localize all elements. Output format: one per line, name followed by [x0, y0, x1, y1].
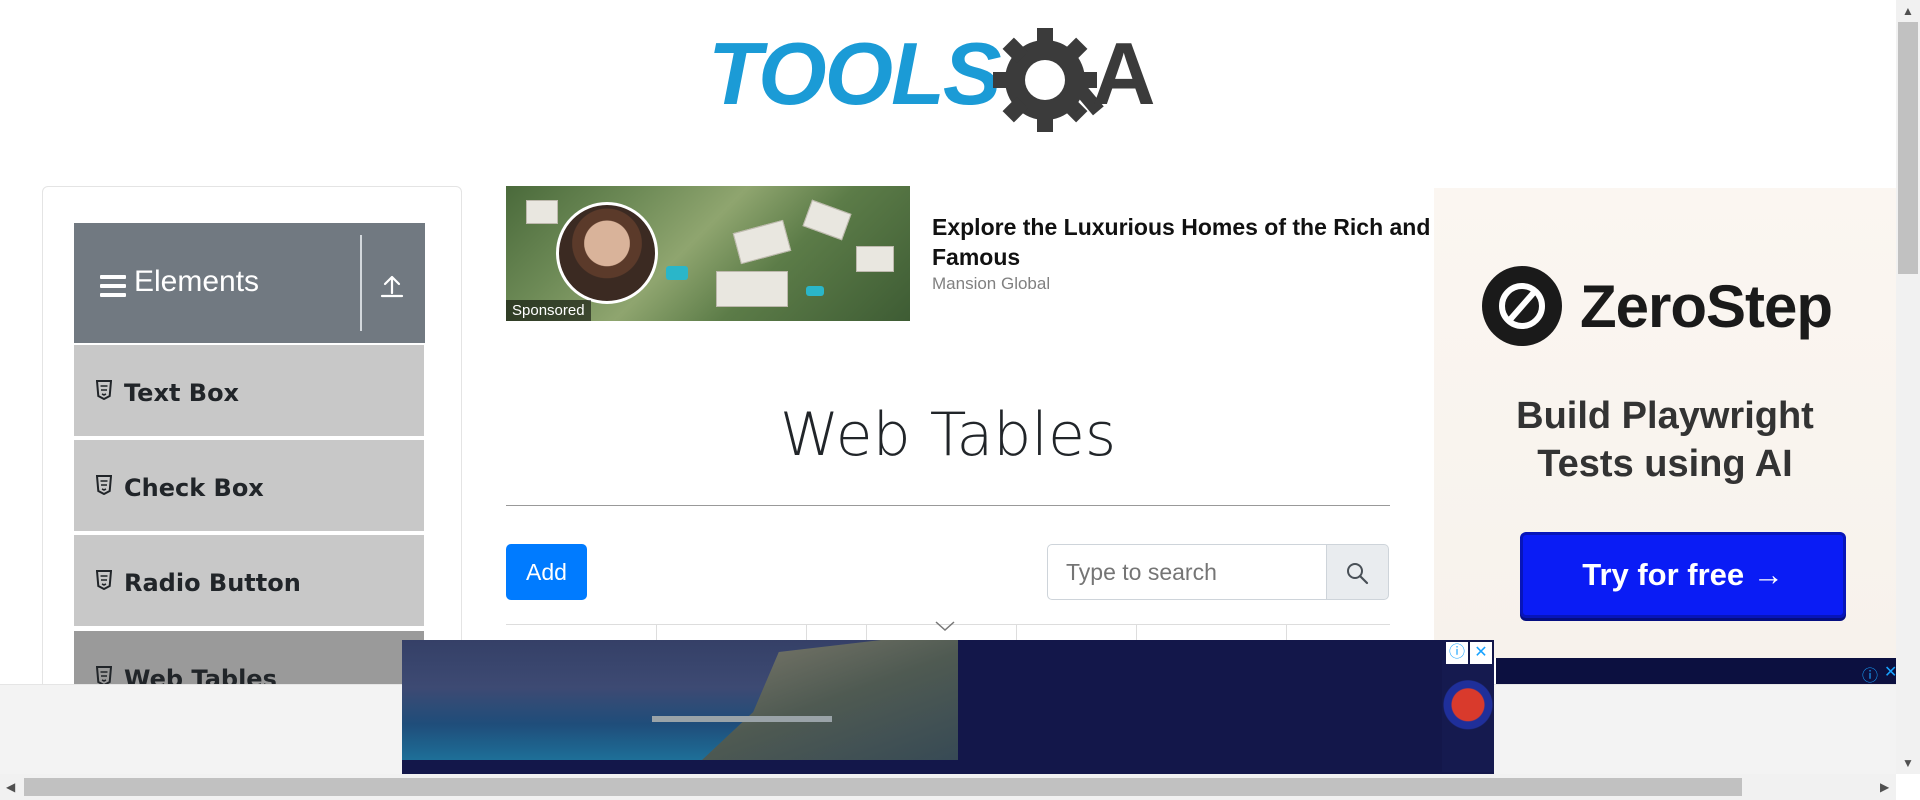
header-divider — [360, 235, 362, 331]
hamburger-icon — [100, 275, 126, 297]
zerostep-brand: ZeroStep — [1580, 273, 1833, 340]
ad-info-icon[interactable]: ⓘ — [1446, 642, 1468, 664]
page-title: Web Tables — [779, 400, 1117, 470]
scroll-down-arrow-icon[interactable]: ▼ — [1902, 756, 1914, 770]
vertical-scroll-thumb[interactable] — [1898, 22, 1918, 274]
gear-icon — [993, 28, 1104, 132]
search-icon — [1347, 563, 1369, 585]
sponsored-ad-image[interactable]: Sponsored — [506, 186, 910, 321]
scroll-up-arrow-icon[interactable]: ▲ — [1902, 4, 1914, 18]
search-input[interactable] — [1047, 544, 1327, 600]
scroll-right-arrow-icon[interactable]: ▶ — [1880, 780, 1889, 794]
bottom-banner-ad[interactable]: ⓘ ✕ — [402, 640, 1494, 774]
try-for-free-button[interactable]: Try for free → — [1520, 532, 1846, 618]
title-divider — [506, 505, 1390, 506]
elements-group-header[interactable]: Elements — [74, 223, 425, 343]
sidebar-item-label: Check Box — [124, 474, 264, 502]
coast-image — [402, 640, 958, 760]
upload-collapse-icon[interactable] — [377, 271, 407, 301]
horizontal-scroll-thumb[interactable] — [24, 778, 1742, 796]
sponsored-badge: Sponsored — [506, 300, 591, 321]
zerostep-logo-icon — [1482, 266, 1562, 346]
avatar — [556, 202, 658, 304]
flower-image — [1442, 660, 1494, 772]
sidebar-item-text-box[interactable]: Text Box — [74, 343, 424, 436]
search-button[interactable] — [1327, 544, 1389, 600]
scroll-left-arrow-icon[interactable]: ◀ — [6, 780, 15, 794]
zerostep-ad[interactable]: ZeroStep Build Playwright Tests using AI… — [1434, 188, 1896, 658]
sidebar-item-radio-button[interactable]: Radio Button — [74, 533, 424, 626]
side-ad-footer — [1496, 658, 1896, 684]
ad-info-icon[interactable]: ⓘ — [1862, 662, 1878, 686]
html5-icon — [96, 570, 112, 590]
html5-icon — [96, 666, 112, 686]
sidebar-item-label: Radio Button — [124, 569, 301, 597]
sidebar-item-label: Text Box — [124, 379, 240, 407]
ad-close-icon[interactable]: ✕ — [1470, 642, 1492, 664]
html5-icon — [96, 380, 112, 400]
toolsqa-logo[interactable]: TOOLS A — [700, 18, 1200, 138]
group-title: Elements — [134, 265, 260, 298]
sponsored-ad-title[interactable]: Explore the Luxurious Homes of the Rich … — [932, 212, 1436, 272]
zerostep-tagline: Build Playwright Tests using AI — [1516, 395, 1814, 485]
logo-a-text: A — [1092, 24, 1156, 123]
sort-chevron-icon[interactable] — [934, 620, 956, 632]
sponsored-ad-source[interactable]: Mansion Global — [932, 274, 1050, 294]
sidebar-item-check-box[interactable]: Check Box — [74, 438, 424, 531]
html5-icon — [96, 475, 112, 495]
add-button[interactable]: Add — [506, 544, 587, 600]
logo-tools-text: TOOLS — [708, 24, 1001, 123]
